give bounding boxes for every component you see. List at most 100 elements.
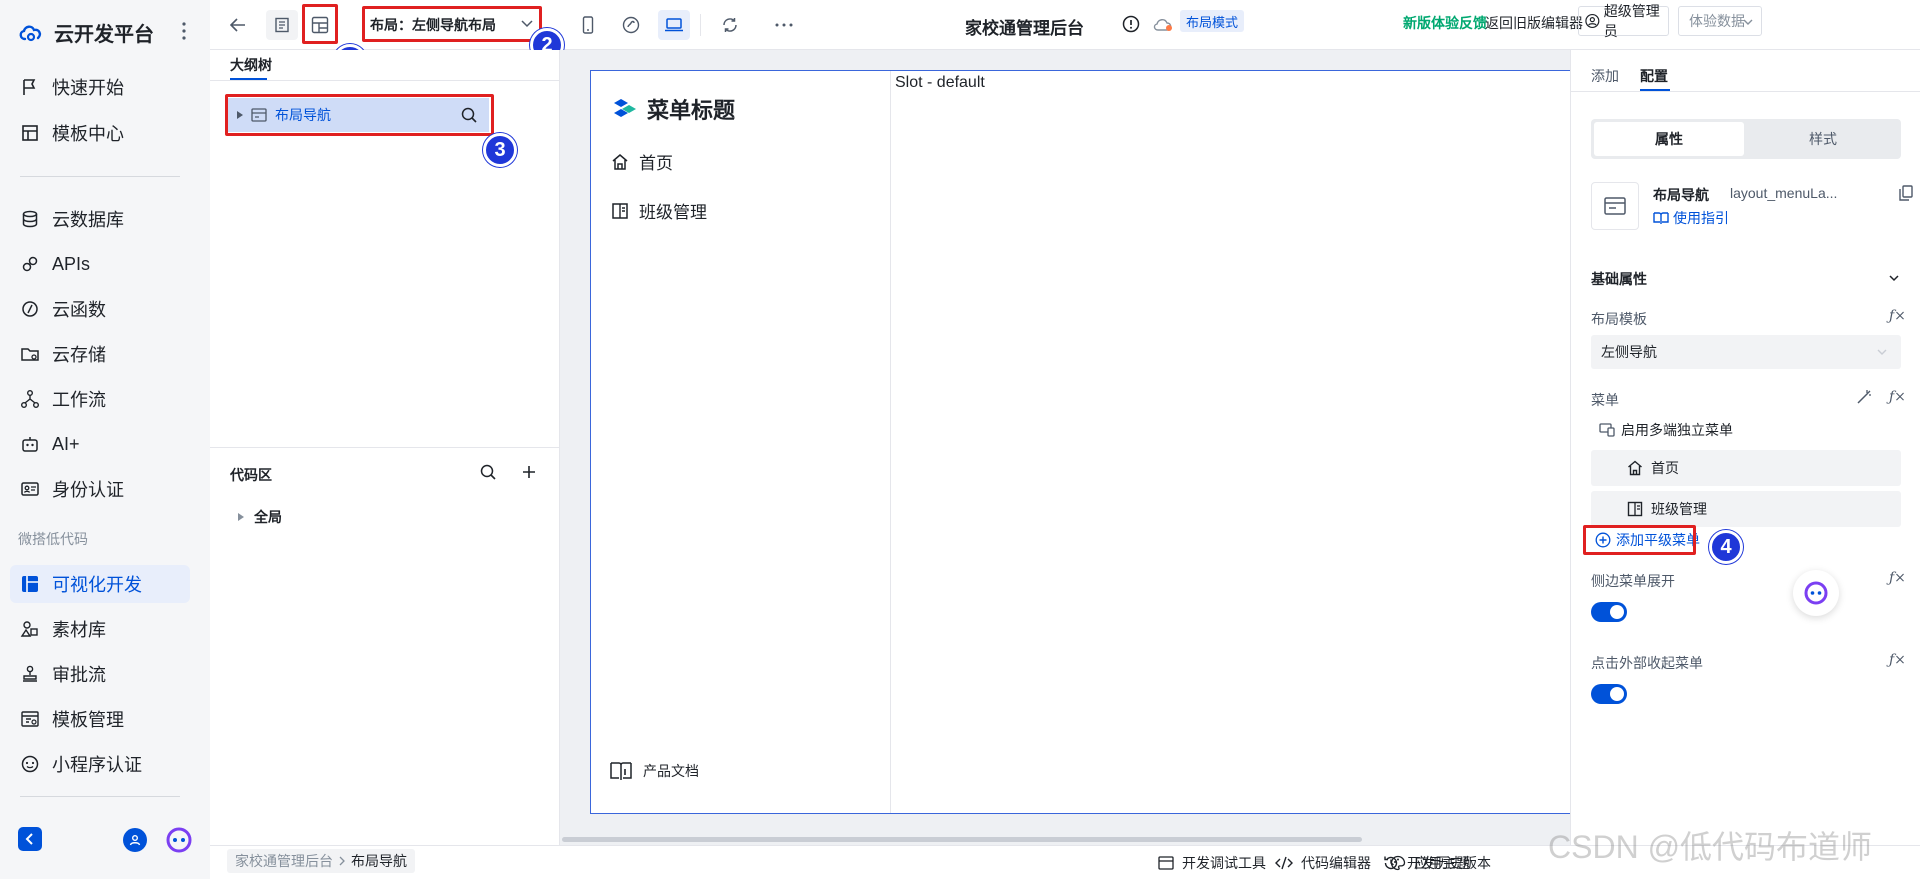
sub-tab-properties[interactable]: 属性 bbox=[1594, 122, 1744, 156]
preview-doc-link[interactable]: 产品文档 bbox=[609, 760, 699, 782]
chevron-down-icon[interactable] bbox=[1889, 275, 1899, 282]
page-icon bbox=[275, 17, 289, 33]
nav-section-lowcode: 微搭低代码 bbox=[18, 531, 88, 547]
info-icon[interactable] bbox=[1122, 15, 1140, 33]
search-icon[interactable] bbox=[480, 464, 496, 480]
nav-item-template-manage[interactable]: 模板管理 bbox=[10, 700, 190, 738]
preview-menu-item-home[interactable]: 首页 bbox=[611, 149, 673, 174]
section-basic-props[interactable]: 基础属性 bbox=[1591, 269, 1647, 289]
horizontal-scrollbar[interactable] bbox=[562, 837, 1362, 842]
layout-template-value: 左侧导航 bbox=[1601, 344, 1657, 360]
arrow-left-icon bbox=[230, 18, 245, 32]
more-vertical-icon[interactable] bbox=[182, 22, 186, 40]
miniprogram-view-button[interactable] bbox=[615, 10, 647, 40]
more-button[interactable] bbox=[768, 10, 800, 40]
brand[interactable]: 云开发平台 bbox=[18, 18, 154, 47]
nav-item-assets[interactable]: 素材库 bbox=[10, 610, 190, 648]
usage-guide-link[interactable]: 使用指引 bbox=[1653, 208, 1729, 228]
nav-item-templates[interactable]: 模板中心 bbox=[10, 114, 190, 152]
layout-template-select[interactable]: 左侧导航 bbox=[1591, 335, 1901, 369]
nav-item-storage[interactable]: 云存储 bbox=[10, 335, 190, 373]
feedback-link[interactable]: 新版体验反馈 bbox=[1403, 13, 1487, 33]
data-source-select[interactable]: 体验数据 bbox=[1678, 6, 1762, 36]
tab-add[interactable]: 添加 bbox=[1591, 66, 1619, 86]
database-icon bbox=[22, 210, 38, 228]
more-horizontal-icon bbox=[775, 23, 793, 27]
nav-item-functions[interactable]: 云函数 bbox=[10, 290, 190, 328]
function-icon bbox=[22, 301, 38, 317]
side-expand-label: 侧边菜单展开 bbox=[1591, 573, 1675, 589]
nav-item-miniprogram[interactable]: 小程序认证 bbox=[10, 745, 190, 783]
desktop-view-button[interactable] bbox=[658, 10, 690, 40]
multi-menu-option[interactable]: 启用多端独立菜单 bbox=[1599, 420, 1733, 440]
magic-wand-icon[interactable] bbox=[1856, 389, 1872, 405]
nav-item-auth[interactable]: 身份认证 bbox=[10, 470, 190, 508]
fx-icon[interactable]: ƒ× bbox=[1889, 308, 1906, 324]
user-menu-button[interactable]: 超级管理员 bbox=[1578, 3, 1669, 39]
nav-divider bbox=[20, 796, 180, 797]
data-source-value: 体验数据 bbox=[1689, 13, 1745, 29]
nav-item-visual-dev[interactable]: 可视化开发 bbox=[10, 565, 190, 603]
nav-item-workflow[interactable]: 工作流 bbox=[10, 380, 190, 418]
floating-assistant-button[interactable] bbox=[1793, 570, 1839, 616]
sub-tab-style[interactable]: 样式 bbox=[1748, 122, 1898, 156]
ai-assistant-icon[interactable] bbox=[165, 826, 193, 854]
add-icon[interactable] bbox=[522, 465, 536, 479]
nav-item-apis[interactable]: APIs bbox=[10, 245, 190, 283]
highlight-box-4 bbox=[1583, 525, 1696, 555]
code-editor-button[interactable]: 代码编辑器 bbox=[1275, 853, 1371, 873]
breadcrumb-item[interactable]: 布局导航 bbox=[351, 851, 407, 871]
config-menu-item-class[interactable]: 班级管理 bbox=[1591, 491, 1901, 527]
refresh-button[interactable] bbox=[714, 10, 746, 40]
chevron-down-icon bbox=[1743, 19, 1753, 25]
multi-menu-label: 启用多端独立菜单 bbox=[1621, 422, 1733, 438]
nav-item-approval[interactable]: 审批流 bbox=[10, 655, 190, 693]
code-node-global[interactable]: 全局 bbox=[238, 507, 282, 527]
breadcrumb-item[interactable]: 家校通管理后台 bbox=[235, 851, 333, 871]
user-name: 超级管理员 bbox=[1603, 3, 1660, 39]
layout-nav-preview[interactable]: 菜单标题 首页 班级管理 产品文档 Slot - default bbox=[590, 70, 1580, 814]
book-open-icon bbox=[1653, 212, 1669, 224]
click-collapse-toggle[interactable] bbox=[1591, 684, 1627, 704]
side-expand-toggle[interactable] bbox=[1591, 602, 1627, 622]
preview-menu-item-class[interactable]: 班级管理 bbox=[611, 198, 707, 223]
preview-menu-header: 菜单标题 bbox=[611, 93, 735, 125]
back-to-old-editor[interactable]: 返回旧版编辑器 bbox=[1485, 13, 1583, 33]
fx-icon[interactable]: ƒ× bbox=[1889, 652, 1906, 668]
chevron-down-icon bbox=[1877, 349, 1887, 355]
back-button[interactable] bbox=[222, 10, 254, 40]
stamp-icon bbox=[23, 665, 37, 682]
preview-menu-title: 菜单标题 bbox=[647, 98, 736, 123]
debug-tools-button[interactable]: 开发调试工具 bbox=[1158, 853, 1266, 873]
config-menu-label: 首页 bbox=[1651, 460, 1679, 476]
user-icon bbox=[129, 835, 141, 846]
config-menu-item-home[interactable]: 首页 bbox=[1591, 450, 1901, 486]
miniprogram-logo-icon bbox=[622, 16, 640, 34]
book-icon bbox=[612, 202, 628, 219]
platform-name: 云开发平台 bbox=[54, 24, 154, 46]
page-list-button[interactable] bbox=[266, 10, 298, 40]
nav-item-database[interactable]: 云数据库 bbox=[10, 200, 190, 238]
layout-template-label: 布局模板 bbox=[1591, 311, 1647, 327]
collapse-nav-button[interactable] bbox=[18, 827, 42, 851]
debug-icon bbox=[1158, 856, 1174, 870]
nav-label: 云数据库 bbox=[52, 210, 124, 230]
watermark: CSDN @低代码布道师 bbox=[1548, 829, 1873, 865]
tab-outline-tree[interactable]: 大纲树 bbox=[230, 55, 272, 75]
user-avatar[interactable] bbox=[123, 828, 147, 852]
app-theme-button[interactable]: 应用主题 bbox=[1390, 853, 1470, 873]
slot-default[interactable]: Slot - default bbox=[895, 74, 985, 92]
copy-icon[interactable] bbox=[1899, 185, 1913, 201]
tab-config[interactable]: 配置 bbox=[1640, 66, 1668, 86]
nav-item-ai[interactable]: AI+ bbox=[10, 425, 190, 463]
config-panel: 添加 配置 属性 样式 布局导航 layout_menuLa... 使用指引 基… bbox=[1570, 50, 1920, 879]
mobile-view-button[interactable] bbox=[572, 10, 604, 40]
nav-item-quickstart[interactable]: 快速开始 bbox=[10, 68, 190, 106]
fx-icon[interactable]: ƒ× bbox=[1889, 570, 1906, 586]
api-icon bbox=[22, 256, 38, 272]
nav-label: 身份认证 bbox=[52, 480, 124, 500]
palette-icon bbox=[1390, 855, 1406, 871]
fx-icon[interactable]: ƒ× bbox=[1889, 389, 1906, 405]
nav-label: 模板管理 bbox=[52, 710, 124, 730]
phone-icon bbox=[582, 16, 594, 34]
